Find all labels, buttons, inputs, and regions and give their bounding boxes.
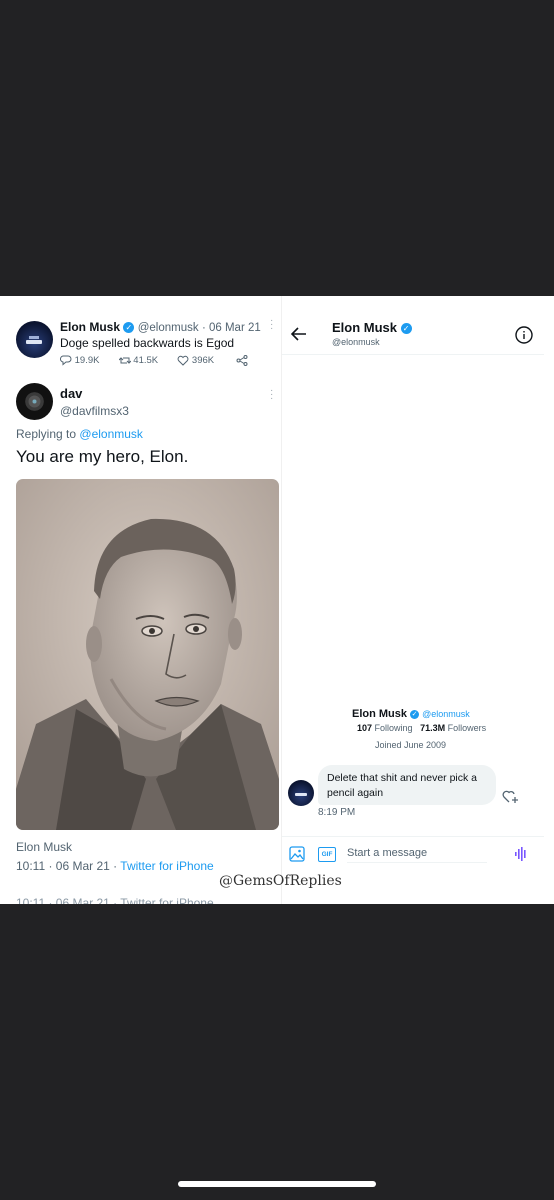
footer-time: 10:11 · 06 Mar 21 · — [16, 859, 118, 873]
dm-composer-divider — [282, 836, 544, 837]
elon-avatar[interactable] — [16, 321, 53, 358]
cut-off-timestamp: 10:11 · 06 Mar 21 · Twitter for iPhone — [16, 896, 214, 904]
tweet-header: Elon Musk ✓ @elonmusk · 06 Mar 21 — [60, 320, 261, 334]
vinyl-record-icon — [28, 395, 41, 408]
share-action[interactable] — [236, 355, 248, 366]
followers-count: 71.3M — [420, 723, 446, 733]
like-count: 396K — [191, 355, 215, 367]
followers-label[interactable]: Followers — [448, 723, 487, 733]
reply-author-name[interactable]: dav — [60, 386, 82, 401]
share-icon — [236, 355, 248, 366]
footer-timestamp-line: 10:11 · 06 Mar 21 · Twitter for iPhone — [16, 859, 214, 873]
dm-header-title: Elon Musk ✓ — [332, 320, 412, 335]
more-options-icon[interactable]: · · · — [270, 316, 273, 334]
pencil-portrait-drawing — [16, 479, 279, 830]
reply-action[interactable]: 19.9K — [59, 355, 116, 367]
reply-icon — [59, 355, 72, 366]
dm-profile-handle[interactable]: @elonmusk — [422, 709, 470, 719]
dm-message-bubble[interactable]: Delete that shit and never pick a pencil… — [318, 765, 496, 805]
tweet-actions: 19.9K 41.5K 396K — [59, 355, 248, 369]
reply-count: 19.9K — [74, 355, 100, 367]
dm-header-divider — [282, 354, 544, 355]
voice-message-icon[interactable] — [514, 846, 528, 862]
dm-panel: Elon Musk ✓ @elonmusk Elon Musk ✓ @elonm… — [282, 296, 554, 904]
following-label[interactable]: Following — [375, 723, 413, 733]
back-arrow-icon[interactable] — [291, 327, 307, 341]
following-count: 107 — [357, 723, 373, 733]
dm-message-time: 8:19 PM — [318, 807, 356, 818]
verified-badge-icon: ✓ — [123, 322, 135, 334]
tweet-author-name[interactable]: Elon Musk — [60, 320, 120, 334]
dm-header-name[interactable]: Elon Musk — [332, 320, 397, 335]
reply-text: You are my hero, Elon. — [16, 447, 189, 466]
dm-header-handle: @elonmusk — [332, 337, 380, 347]
dm-profile-stats: 107 Following 71.3M Followers — [357, 723, 486, 733]
dm-profile-verified-icon: ✓ — [410, 709, 420, 719]
dm-profile-name[interactable]: Elon Musk — [352, 708, 407, 720]
tweet-author-handle[interactable]: @elonmusk — [138, 322, 199, 334]
rocket-image-icon — [26, 336, 42, 344]
like-action[interactable]: 396K — [177, 355, 233, 366]
dm-message-input[interactable]: Start a message — [347, 844, 487, 863]
image-upload-icon[interactable] — [289, 846, 305, 862]
portrait-sketch-image[interactable] — [16, 479, 279, 830]
tweet-thread: Elon Musk ✓ @elonmusk · 06 Mar 21 · · · Do… — [0, 296, 281, 904]
tweet-text: Doge spelled backwards is Egod — [60, 336, 235, 350]
retweet-action[interactable]: 41.5K — [118, 355, 175, 367]
gif-button[interactable]: GIF — [318, 847, 336, 862]
dm-joined-date: Joined June 2009 — [375, 740, 447, 750]
dm-verified-badge-icon: ✓ — [400, 323, 412, 335]
footer-name[interactable]: Elon Musk — [16, 840, 72, 854]
reply-author-handle[interactable]: @davfilmsx3 — [60, 404, 129, 418]
reply-more-options-icon[interactable]: · · · — [270, 386, 273, 404]
tweet-date: · 06 Mar 21 — [201, 322, 261, 334]
footer-source[interactable]: Twitter for iPhone — [120, 859, 213, 873]
replying-to-line: Replying to @elonmusk — [16, 427, 143, 441]
dav-avatar[interactable] — [16, 383, 53, 420]
dm-message-line1: Delete that shit and never pick a — [327, 772, 478, 784]
replying-to-label: Replying to — [16, 427, 77, 441]
replying-to-handle[interactable]: @elonmusk — [79, 427, 143, 441]
heart-icon — [177, 355, 189, 366]
dm-message-line2: pencil again — [327, 787, 384, 799]
screenshot-card: Elon Musk ✓ @elonmusk · 06 Mar 21 · · · Do… — [0, 296, 554, 904]
dm-sender-avatar[interactable] — [288, 780, 314, 806]
react-heart-plus-icon[interactable] — [502, 788, 520, 804]
retweet-count: 41.5K — [133, 355, 159, 367]
retweet-icon — [118, 357, 131, 364]
info-icon[interactable] — [515, 326, 533, 344]
dm-profile-summary: Elon Musk ✓ @elonmusk — [352, 708, 470, 720]
home-indicator[interactable] — [178, 1181, 376, 1187]
dm-rocket-image-icon — [295, 793, 307, 796]
